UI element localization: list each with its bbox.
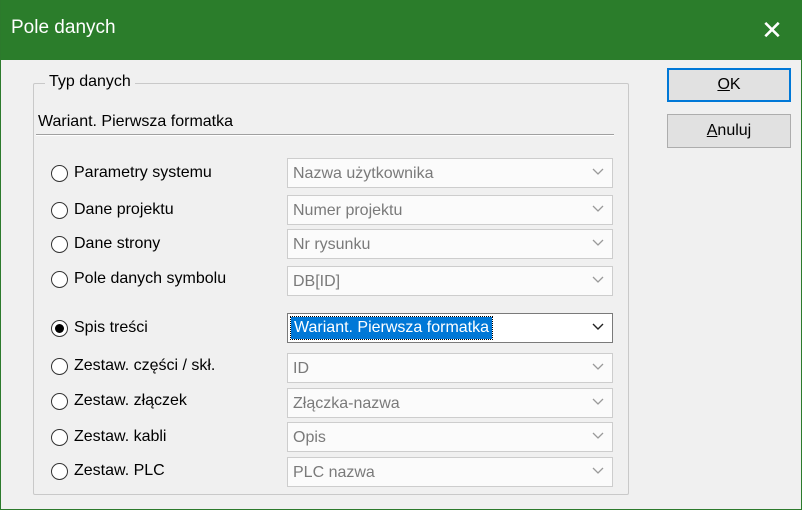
radio-plc-list[interactable]: Zestaw. PLC xyxy=(51,458,165,484)
combo-value: PLC nazwa xyxy=(293,464,375,481)
radio-page-data[interactable]: Dane strony xyxy=(51,231,160,257)
radio-icon[interactable] xyxy=(51,164,68,182)
radio-label: Spis treści xyxy=(74,319,148,336)
cancel-button[interactable]: Anuluj xyxy=(667,114,791,148)
radio-icon[interactable] xyxy=(51,235,68,253)
radio-label: Parametry systemu xyxy=(74,164,212,181)
combo-value: Opis xyxy=(293,429,326,446)
combo-value: DB[ID] xyxy=(293,273,341,290)
combo-page-data[interactable]: Nr rysunku xyxy=(287,229,613,259)
combo-plc-list[interactable]: PLC nazwa xyxy=(287,457,613,487)
variant-label: Wariant. Pierwsza formatka xyxy=(38,113,234,130)
radio-label: Dane projektu xyxy=(74,201,174,218)
combo-value: Numer projektu xyxy=(293,202,403,219)
radio-project-data[interactable]: Dane projektu xyxy=(51,197,174,223)
radio-cables-list[interactable]: Zestaw. kabli xyxy=(51,424,166,450)
chevron-down-icon xyxy=(592,276,604,283)
radio-icon[interactable] xyxy=(51,319,68,337)
radio-label: Zestaw. kabli xyxy=(74,428,167,445)
cancel-label-rest: nuluj xyxy=(717,122,752,139)
combo-cables-list[interactable]: Opis xyxy=(287,422,613,452)
combo-symbol-data-field[interactable]: DB[ID] xyxy=(287,266,613,296)
radio-icon[interactable] xyxy=(51,357,68,375)
chevron-down-icon xyxy=(592,239,604,246)
chevron-down-icon xyxy=(592,398,604,405)
chevron-down-icon xyxy=(592,363,604,370)
chevron-down-icon xyxy=(592,323,604,330)
radio-icon[interactable] xyxy=(51,428,68,446)
radio-label: Zestaw. części / skł. xyxy=(74,357,216,374)
radio-icon[interactable] xyxy=(51,392,68,410)
separator xyxy=(36,134,614,136)
ok-button[interactable]: OK xyxy=(667,68,791,102)
chevron-down-icon xyxy=(592,205,604,212)
radio-label: Zestaw. PLC xyxy=(74,462,165,479)
dialog-title: Pole danych xyxy=(11,17,116,38)
title-bar[interactable]: Pole danych ✕ xyxy=(1,0,802,60)
radio-icon[interactable] xyxy=(51,462,68,480)
radio-label: Dane strony xyxy=(74,235,161,252)
combo-value: Wariant. Pierwsza formatka xyxy=(289,316,494,340)
combo-value: ID xyxy=(293,360,309,377)
chevron-down-icon xyxy=(592,467,604,474)
radio-label: Pole danych symbolu xyxy=(74,270,227,287)
combo-terminals-list[interactable]: Złączka-nazwa xyxy=(287,388,613,418)
radio-icon[interactable] xyxy=(51,201,68,219)
close-icon: ✕ xyxy=(761,14,783,45)
combo-value: Złączka-nazwa xyxy=(293,395,400,412)
ok-label-rest: K xyxy=(729,76,741,93)
ok-mnemonic: O xyxy=(717,76,730,93)
combo-system-parameters[interactable]: Nazwa użytkownika xyxy=(287,158,613,188)
combo-value: Nr rysunku xyxy=(293,236,371,253)
combo-parts-list[interactable]: ID xyxy=(287,353,613,383)
radio-table-of-contents[interactable]: Spis treści xyxy=(51,315,148,341)
combo-table-of-contents[interactable]: Wariant. Pierwsza formatka xyxy=(287,313,613,343)
radio-symbol-data-field[interactable]: Pole danych symbolu xyxy=(51,266,226,292)
cancel-mnemonic: A xyxy=(706,122,718,139)
close-button[interactable]: ✕ xyxy=(742,0,802,60)
group-title: Typ danych xyxy=(45,73,135,91)
chevron-down-icon xyxy=(592,432,604,439)
radio-parts-list[interactable]: Zestaw. części / skł. xyxy=(51,353,215,379)
radio-icon[interactable] xyxy=(51,270,68,288)
dialog-window: Pole danych ✕ Typ danych Wariant. Pierws… xyxy=(0,0,802,510)
radio-terminals-list[interactable]: Zestaw. złączek xyxy=(51,388,187,414)
radio-label: Zestaw. złączek xyxy=(74,392,187,409)
chevron-down-icon xyxy=(592,168,604,175)
combo-value: Nazwa użytkownika xyxy=(293,165,434,182)
radio-system-parameters[interactable]: Parametry systemu xyxy=(51,160,212,186)
combo-project-data[interactable]: Numer projektu xyxy=(287,195,613,225)
